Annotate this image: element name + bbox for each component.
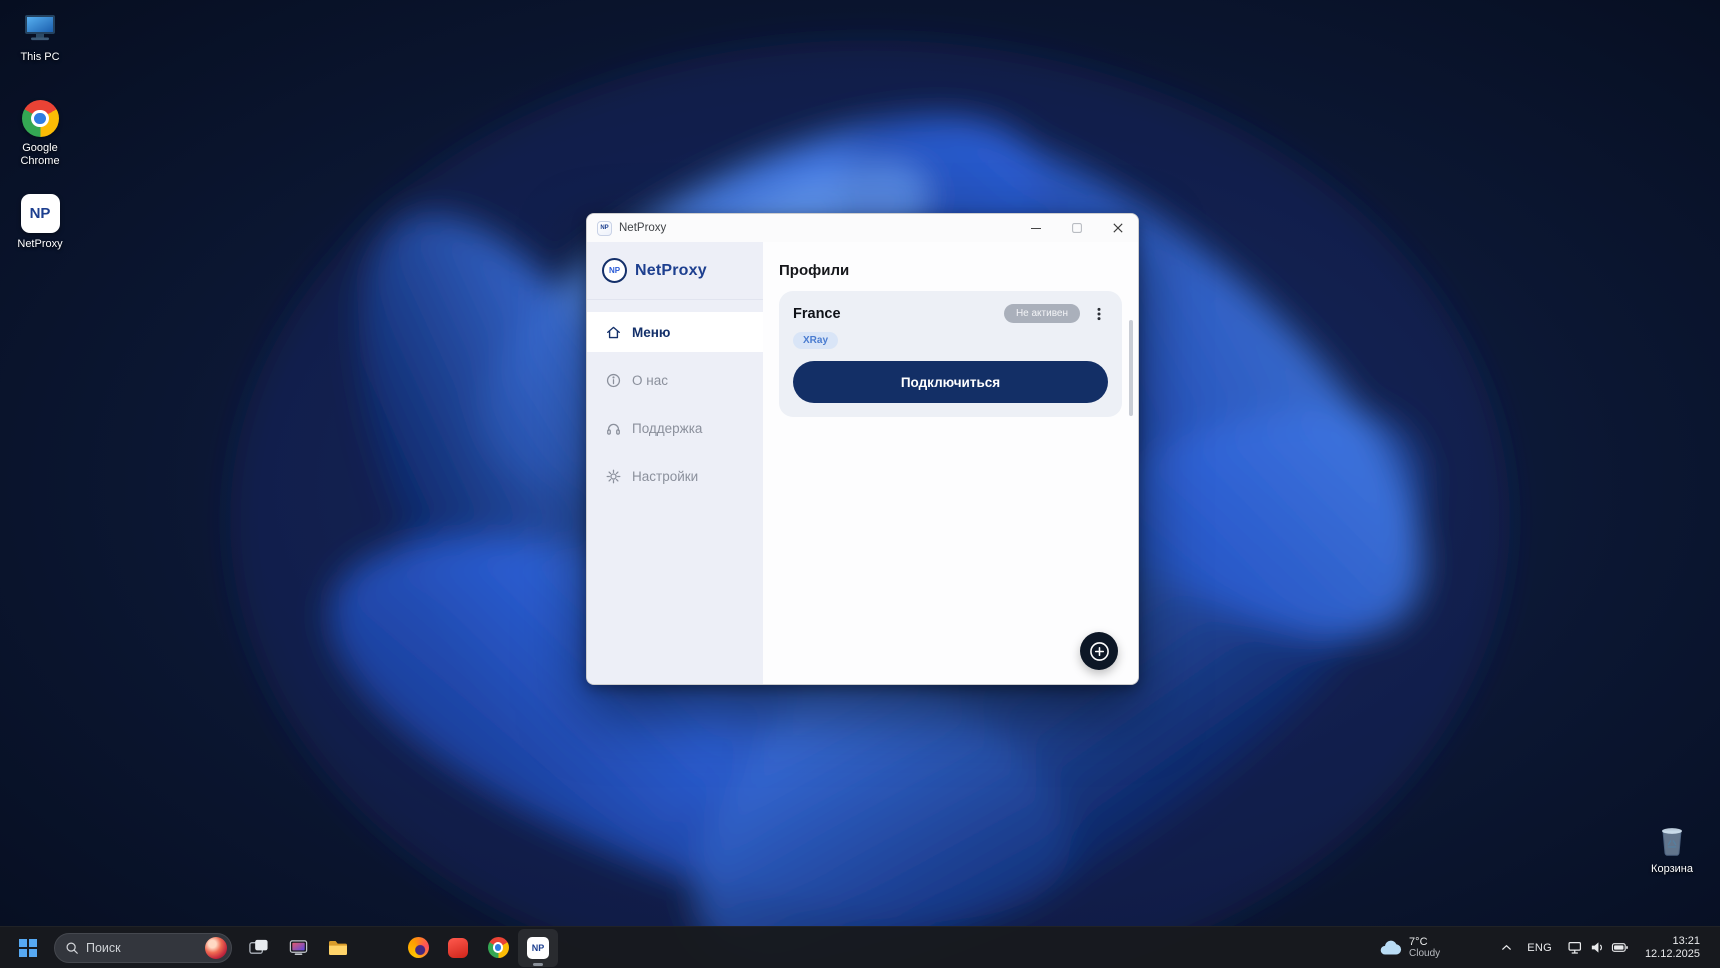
- system-tray: 7°C Cloudy ENG: [1370, 931, 1712, 965]
- profile-name: France: [793, 306, 841, 322]
- language-indicator[interactable]: ENG: [1519, 931, 1560, 965]
- volume-icon: [1589, 939, 1606, 956]
- maximize-icon[interactable]: [1056, 214, 1097, 242]
- info-icon: [605, 372, 622, 389]
- scrollbar[interactable]: [1129, 320, 1133, 416]
- netproxy-window: NP NetProxy NP NetProxy: [586, 213, 1139, 685]
- cloud-icon: [1378, 937, 1402, 959]
- sidebar-item-about[interactable]: О нас: [587, 360, 763, 400]
- taskbar-app-netproxy[interactable]: NP: [518, 929, 558, 967]
- desktop: This PC Google Chrome NP NetProxy Корзин…: [0, 0, 1720, 968]
- chrome-icon: [488, 937, 509, 958]
- task-view-icon: [248, 937, 269, 958]
- sidebar-item-support[interactable]: Поддержка: [587, 408, 763, 448]
- window-controls: [1015, 214, 1138, 242]
- close-icon[interactable]: [1097, 214, 1138, 242]
- sidebar-item-label: Настройки: [632, 469, 698, 484]
- netproxy-logo-icon: NP: [602, 258, 627, 283]
- profiles-panel: Профили France Не активен XRay Подключит…: [763, 242, 1138, 684]
- taskbar-app-media[interactable]: [278, 929, 318, 967]
- tray-date: 12.12.2025: [1645, 948, 1700, 961]
- chrome-icon: [22, 100, 59, 137]
- desktop-icon-recycle-bin[interactable]: Корзина: [1634, 816, 1710, 880]
- weather-widget[interactable]: 7°C Cloudy: [1370, 933, 1448, 963]
- recycle-bin-icon: [1655, 820, 1689, 858]
- desktop-icon-this-pc[interactable]: This PC: [6, 6, 74, 68]
- file-explorer-icon: [327, 937, 349, 959]
- taskbar-app-red[interactable]: [438, 929, 478, 967]
- media-app-icon: [288, 937, 309, 958]
- desktop-icon-label: Google Chrome: [6, 142, 74, 168]
- window-app-icon: NP: [597, 221, 612, 236]
- sidebar-brand: NP NetProxy: [587, 242, 763, 300]
- taskbar-search[interactable]: [54, 933, 232, 963]
- weather-temperature: 7°C: [1409, 936, 1440, 948]
- sidebar-item-settings[interactable]: Настройки: [587, 456, 763, 496]
- chevron-up-icon: [1499, 940, 1514, 955]
- desktop-icon-label: This PC: [20, 51, 59, 64]
- sidebar-nav: Меню О нас Поддержка: [587, 312, 763, 504]
- search-highlight-orb: [205, 937, 227, 959]
- windows-start-icon: [19, 939, 37, 957]
- plus-circle-icon: [1088, 640, 1111, 663]
- headset-icon: [605, 420, 622, 437]
- edge-icon: [368, 937, 389, 958]
- start-button[interactable]: [8, 929, 48, 967]
- taskbar-app-file-explorer[interactable]: [318, 929, 358, 967]
- sidebar-item-label: О нас: [632, 373, 668, 388]
- desktop-icon-label: NetProxy: [17, 238, 62, 251]
- tray-overflow-button[interactable]: [1494, 931, 1519, 965]
- sidebar-item-label: Поддержка: [632, 421, 702, 436]
- desktop-icon-google-chrome[interactable]: Google Chrome: [6, 96, 74, 172]
- sidebar: NP NetProxy Меню О нас: [587, 242, 763, 684]
- protocol-badge: XRay: [793, 332, 838, 349]
- window-body: NP NetProxy Меню О нас: [587, 242, 1138, 684]
- search-icon: [65, 941, 79, 955]
- weather-condition: Cloudy: [1409, 948, 1440, 960]
- taskbar: NP 7°C Cloudy ENG: [0, 926, 1720, 968]
- sidebar-item-menu[interactable]: Меню: [587, 312, 763, 352]
- netproxy-icon: NP: [527, 937, 549, 959]
- red-app-icon: [448, 938, 468, 958]
- taskbar-app-chrome[interactable]: [478, 929, 518, 967]
- window-title: NetProxy: [619, 222, 666, 234]
- home-icon: [605, 324, 622, 341]
- netproxy-icon: NP: [21, 194, 60, 233]
- connect-button[interactable]: Подключиться: [793, 361, 1108, 403]
- brand-name: NetProxy: [635, 262, 707, 280]
- page-title: Профили: [779, 262, 1122, 279]
- tray-time: 13:21: [1672, 935, 1700, 948]
- desktop-icon-netproxy[interactable]: NP NetProxy: [6, 190, 74, 255]
- kebab-menu-icon[interactable]: [1090, 305, 1108, 323]
- window-titlebar[interactable]: NP NetProxy: [587, 214, 1138, 242]
- add-profile-button[interactable]: [1080, 632, 1118, 670]
- status-badge: Не активен: [1004, 304, 1080, 323]
- firefox-icon: [408, 937, 429, 958]
- profile-card: France Не активен XRay Подключиться: [779, 291, 1122, 417]
- clock[interactable]: 13:21 12.12.2025: [1636, 935, 1712, 961]
- quick-settings[interactable]: [1560, 931, 1636, 965]
- network-icon: [1567, 939, 1584, 956]
- minimize-icon[interactable]: [1015, 214, 1056, 242]
- computer-icon: [22, 10, 58, 46]
- desktop-icon-label: Корзина: [1651, 863, 1693, 876]
- taskbar-app-edge[interactable]: [358, 929, 398, 967]
- task-view-button[interactable]: [238, 929, 278, 967]
- search-input[interactable]: [86, 941, 198, 955]
- gear-icon: [605, 468, 622, 485]
- sidebar-item-label: Меню: [632, 325, 670, 340]
- battery-icon: [1611, 939, 1629, 956]
- taskbar-app-firefox[interactable]: [398, 929, 438, 967]
